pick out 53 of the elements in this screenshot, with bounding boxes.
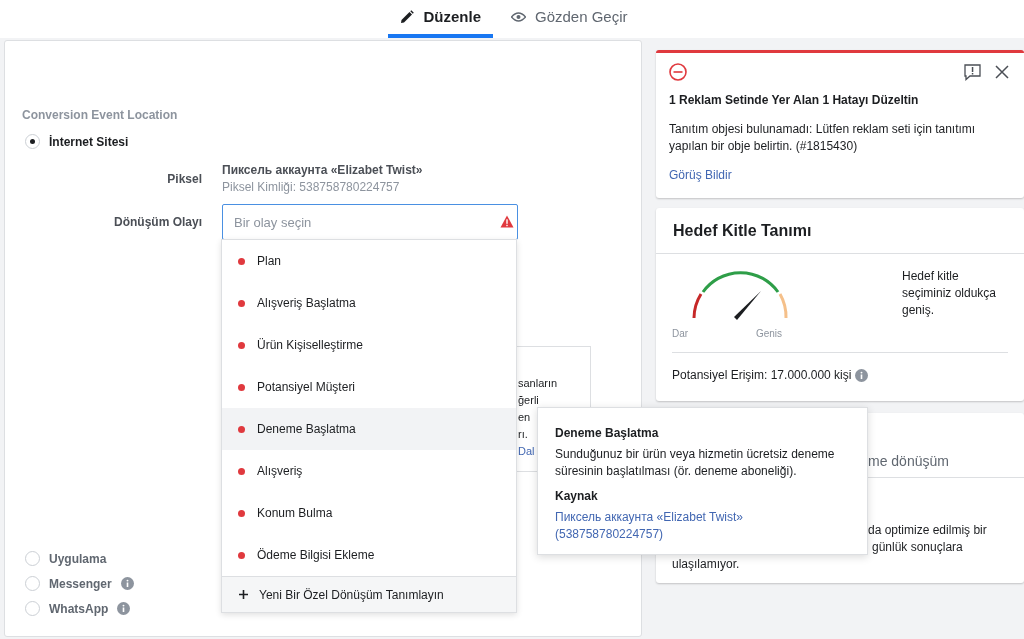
- dropdown-item[interactable]: Ürün Kişiselleştirme: [222, 324, 516, 366]
- error-message: Tanıtım objesi bulunamadı: Lütfen reklam seti için tanıtımı yapılan bir obje belirtin. (#1815430): [669, 121, 977, 155]
- radio-label[interactable]: WhatsApp: [49, 599, 109, 618]
- feedback-link[interactable]: Görüş Bildir: [669, 166, 732, 184]
- source-link[interactable]: Пиксель аккаунта «Elizabet Twist» (538758780224757): [555, 509, 785, 543]
- event-select-field[interactable]: Bir olay seçin: [222, 204, 518, 240]
- error-title: 1 Reklam Setinde Yer Alan 1 Hatayı Düzeltin: [669, 92, 920, 109]
- panel-text: sanların: [518, 376, 558, 391]
- panel-text: en: [518, 410, 531, 425]
- gauge-max-label: Genis: [755, 327, 782, 341]
- close-icon[interactable]: [995, 65, 1009, 79]
- section-heading: Conversion Event Location: [22, 107, 179, 123]
- radio-label[interactable]: Uygulama: [49, 549, 107, 568]
- dropdown-item[interactable]: Alışveriş: [222, 450, 516, 492]
- info-icon: [855, 368, 869, 382]
- field-label: Dönüşüm Olayı: [114, 214, 202, 231]
- dropdown-item[interactable]: Plan: [222, 240, 516, 282]
- dropdown-item[interactable]: Potansiyel Müşteri: [222, 366, 516, 408]
- dropdown-item[interactable]: Ödeme Bilgisi Ekleme: [222, 534, 516, 576]
- dropdown-item[interactable]: Alışveriş Başlatma: [222, 282, 516, 324]
- radio-button[interactable]: [25, 134, 40, 149]
- warning-icon: [500, 215, 514, 228]
- panel-text: ğerli: [518, 393, 539, 408]
- radio-label[interactable]: Messenger: [49, 574, 112, 593]
- eye-icon: [511, 12, 526, 22]
- gauge-min-label: Dar: [672, 327, 689, 341]
- tab[interactable]: Gözden Geçir: [499, 0, 640, 38]
- reach-text: Potansiyel Erişim: 17.000.000 kişi: [672, 367, 852, 384]
- radio-button[interactable]: [25, 601, 40, 616]
- pencil-icon: [400, 10, 415, 24]
- card-text: ulaşılamıyor.: [672, 556, 740, 573]
- dropdown-item[interactable]: Konum Bulma: [222, 492, 516, 534]
- pixel-name: Пиксель аккаунта «Elizabet Twist»: [222, 162, 423, 179]
- pixel-id: Piksel Kimliği: 538758780224757: [222, 179, 401, 196]
- card-heading: me dönüşüm: [868, 452, 949, 471]
- card-text: da optimize edilmiş bir: [868, 522, 987, 539]
- create-custom-button[interactable]: Yeni Bir Özel Dönüşüm Tanımlayın: [222, 576, 516, 612]
- radio-button[interactable]: [25, 576, 40, 591]
- radio-button[interactable]: [25, 551, 40, 566]
- audience-summary: Hedef kitle seçiminiz oldukça geniş.: [902, 268, 998, 319]
- panel-link[interactable]: Dal: [518, 443, 535, 460]
- card-title: Hedef Kitle Tanımı: [673, 220, 812, 241]
- tooltip-title: Deneme Başlatma: [555, 425, 660, 442]
- card-text: günlük sonuçlara: [872, 539, 963, 556]
- dropdown-item[interactable]: Deneme Başlatma: [222, 408, 516, 450]
- minus-circle-icon: [669, 63, 687, 81]
- source-label: Kaynak: [555, 488, 599, 505]
- plus-icon: [239, 590, 248, 599]
- feedback-icon[interactable]: [964, 63, 981, 81]
- tooltip-description: Sunduğunuz bir ürün veya hizmetin ücretsiz deneme süresinin başlatılması (ör. deneme aboneliği).: [555, 446, 836, 480]
- field-label: Piksel: [167, 171, 202, 188]
- panel-text: rı.: [518, 427, 528, 442]
- radio-label[interactable]: İnternet Sitesi: [49, 132, 129, 151]
